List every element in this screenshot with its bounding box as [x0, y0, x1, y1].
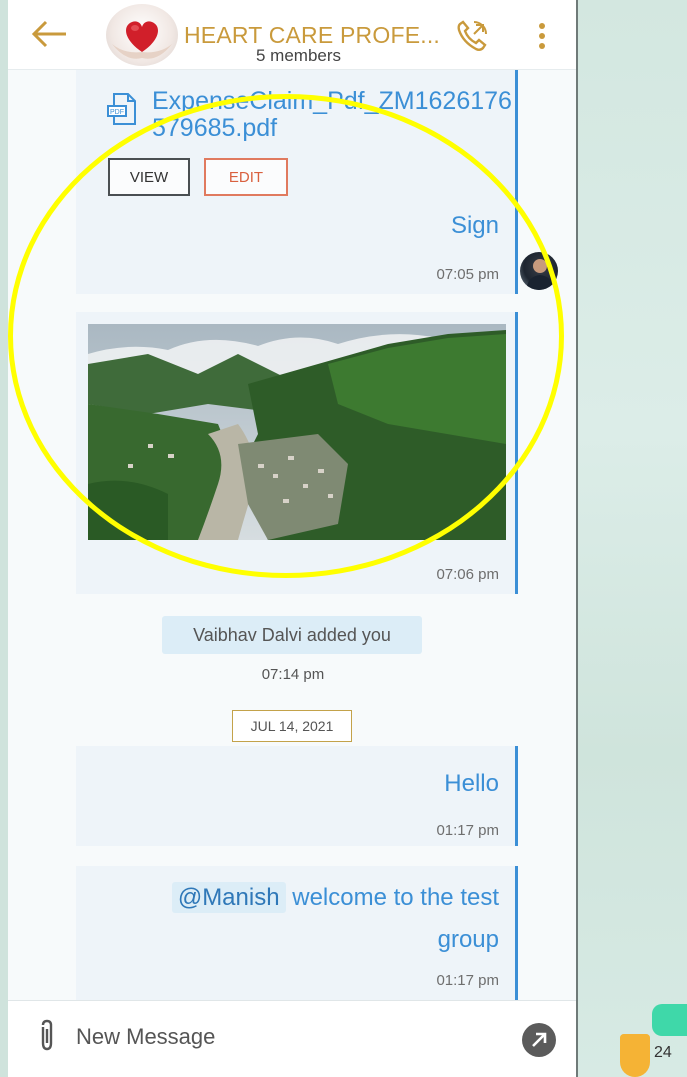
text-message-bubble: Hello 01:17 pm — [76, 746, 518, 846]
phone-call-icon — [457, 20, 487, 51]
back-button[interactable] — [30, 18, 70, 50]
mention-message-bubble: @Manish welcome to the test group 01:17 … — [76, 866, 518, 1000]
system-message: Vaibhav Dalvi added you — [162, 616, 422, 654]
background-right-panel — [578, 0, 687, 1077]
shared-photo[interactable] — [88, 324, 506, 540]
landscape-photo-icon — [88, 324, 506, 540]
svg-text:PDF: PDF — [110, 109, 124, 116]
message-text-line2: group — [437, 926, 499, 953]
edit-button[interactable]: EDIT — [204, 158, 288, 196]
sender-avatar[interactable] — [520, 252, 558, 290]
send-arrow-icon — [532, 1032, 547, 1047]
call-button[interactable] — [454, 18, 490, 54]
badge-green-shape — [652, 1004, 687, 1036]
pdf-file-icon: PDF — [107, 93, 136, 125]
chat-screen: HEART CARE PROFE... 5 members PDF Expens… — [8, 0, 578, 1077]
background-left-strip — [0, 0, 8, 1077]
group-avatar[interactable] — [106, 4, 178, 66]
message-text: Hello — [444, 770, 499, 797]
attach-button[interactable] — [36, 1019, 58, 1053]
message-time: 01:17 pm — [436, 972, 499, 989]
message-time: 07:05 pm — [436, 266, 499, 283]
image-message-bubble: 07:06 pm — [76, 312, 518, 594]
page-number: 24 — [654, 1044, 672, 1061]
person-photo-icon — [526, 259, 554, 290]
message-text-line1: @Manish welcome to the test — [171, 882, 499, 913]
heart-hands-icon — [112, 21, 172, 59]
member-count: 5 members — [256, 46, 342, 65]
message-composer — [8, 1000, 576, 1077]
paperclip-icon — [41, 1019, 53, 1051]
kebab-menu-icon — [539, 23, 545, 49]
badge-orange-shape — [620, 1034, 650, 1077]
group-title[interactable]: HEART CARE PROFE... — [184, 22, 440, 49]
more-options-button[interactable] — [534, 20, 550, 52]
message-input[interactable] — [76, 1015, 496, 1059]
message-text: Sign — [450, 212, 499, 239]
message-text-part: welcome to the test — [285, 884, 499, 911]
message-time: 01:17 pm — [436, 822, 499, 839]
file-message-bubble: PDF ExpenseClaim_Pdf_ZM1626176579685.pdf… — [76, 70, 518, 294]
view-button[interactable]: VIEW — [108, 158, 190, 196]
file-name[interactable]: ExpenseClaim_Pdf_ZM1626176579685.pdf — [152, 88, 512, 142]
arrow-left-icon — [31, 20, 66, 48]
system-message-time: 07:14 pm — [261, 666, 325, 683]
chat-header: HEART CARE PROFE... 5 members — [8, 0, 576, 70]
user-mention[interactable]: @Manish — [171, 882, 286, 913]
date-separator: JUL 14, 2021 — [232, 710, 352, 742]
message-time: 07:06 pm — [436, 566, 499, 583]
send-button[interactable] — [522, 1023, 556, 1057]
